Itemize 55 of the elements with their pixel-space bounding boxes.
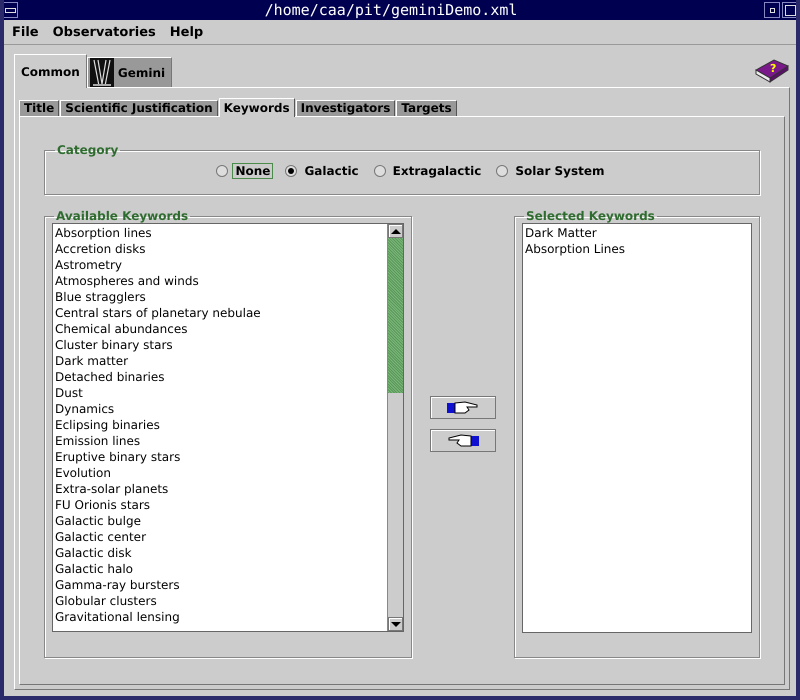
list-item[interactable]: Chemical abundances	[53, 321, 387, 337]
list-item[interactable]: Dark matter	[53, 353, 387, 369]
list-item[interactable]: Eruptive binary stars	[53, 449, 387, 465]
list-item[interactable]: Cluster binary stars	[53, 337, 387, 353]
list-item[interactable]: Astrometry	[53, 257, 387, 273]
list-item[interactable]: Dynamics	[53, 401, 387, 417]
scrollbar[interactable]	[387, 224, 403, 631]
list-item[interactable]: FU Orionis stars	[53, 497, 387, 513]
list-item[interactable]: Dust	[53, 385, 387, 401]
tab[interactable]: Investigators	[296, 100, 396, 116]
tab[interactable]: Common	[14, 54, 87, 88]
tab[interactable]: Scientific Justification	[60, 100, 218, 116]
list-item[interactable]: Detached binaries	[53, 369, 387, 385]
list-item[interactable]: Absorption Lines	[523, 241, 751, 257]
list-item[interactable]: Emission lines	[53, 433, 387, 449]
group-title: Category	[56, 143, 120, 157]
radio-option[interactable]: Solar System	[496, 163, 608, 179]
tab[interactable]: Gemini	[86, 57, 172, 87]
window-menu-button[interactable]	[4, 2, 18, 18]
list-item[interactable]: Eclipsing binaries	[53, 417, 387, 433]
add-keyword-button[interactable]	[430, 396, 496, 418]
menu-item[interactable]: Observatories	[52, 24, 156, 40]
list-item[interactable]: Galactic bulge	[53, 513, 387, 529]
list-item[interactable]: Central stars of planetary nebulae	[53, 305, 387, 321]
list-item[interactable]: Dark Matter	[523, 225, 751, 241]
pointing-hand-right-icon	[447, 400, 479, 414]
list-item[interactable]: Absorption lines	[53, 225, 387, 241]
list-item[interactable]: Gravitational lensing	[53, 609, 387, 625]
menu-item[interactable]: File	[12, 24, 39, 40]
window-title: /home/caa/pit/geminiDemo.xml	[264, 1, 518, 19]
list-item[interactable]: Galactic center	[53, 529, 387, 545]
list-item[interactable]: Gamma-ray bursters	[53, 577, 387, 593]
minimize-button[interactable]	[764, 2, 780, 18]
list-item[interactable]: Accretion disks	[53, 241, 387, 257]
list-item[interactable]: Atmospheres and winds	[53, 273, 387, 289]
list-item[interactable]: Galactic halo	[53, 561, 387, 577]
group-title: Selected Keywords	[525, 209, 656, 223]
list-item[interactable]: Evolution	[53, 465, 387, 481]
tab[interactable]: Title	[19, 100, 60, 116]
tab[interactable]: Targets	[396, 100, 457, 116]
list-item[interactable]: Blue stragglers	[53, 289, 387, 305]
list-item[interactable]: Galactic disk	[53, 545, 387, 561]
menu-item[interactable]: Help	[170, 24, 204, 40]
remove-keyword-button[interactable]	[430, 428, 496, 452]
radio-option[interactable]: Extragalactic	[374, 163, 484, 179]
tab[interactable]: Keywords	[218, 98, 295, 117]
list-item[interactable]: Extra-solar planets	[53, 481, 387, 497]
radio-option[interactable]: Galactic	[285, 163, 362, 179]
pointing-hand-left-icon	[447, 433, 479, 447]
maximize-button[interactable]	[782, 2, 796, 18]
scroll-thumb[interactable]	[388, 238, 403, 393]
list-item[interactable]: Globular clusters	[53, 593, 387, 609]
scroll-down-button[interactable]	[388, 617, 403, 631]
telescope-logo-icon	[90, 58, 114, 88]
group-title: Available Keywords	[55, 209, 190, 223]
